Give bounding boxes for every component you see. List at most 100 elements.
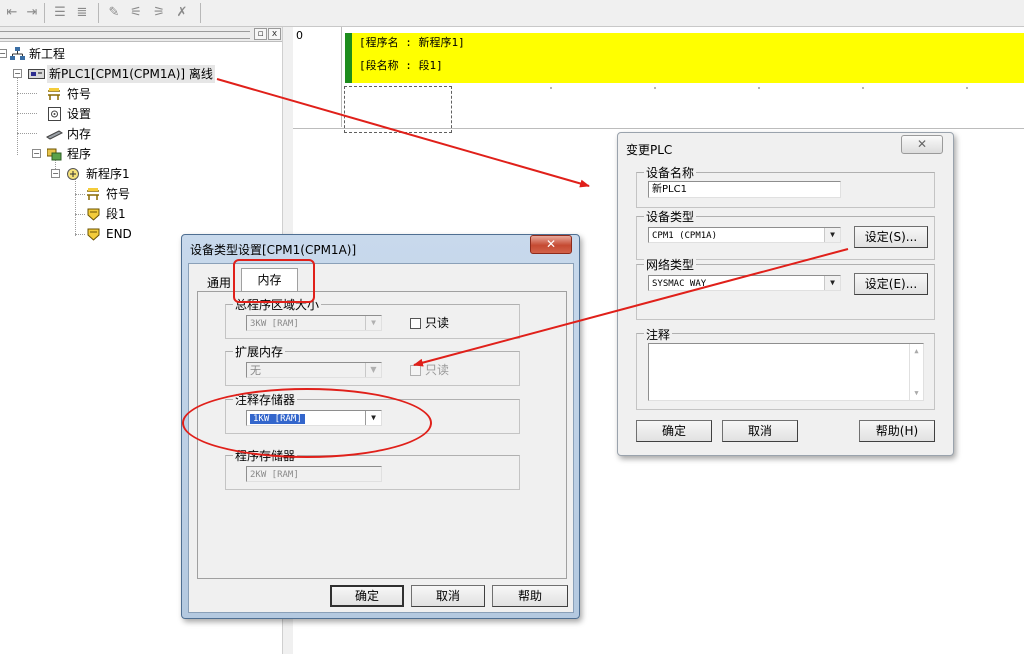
tree-label: 符号 xyxy=(106,187,131,201)
close-icon[interactable]: ✕ xyxy=(530,235,572,254)
comment-textarea[interactable]: ▲ ▼ xyxy=(648,343,924,401)
panel-grip[interactable] xyxy=(0,31,250,39)
highlight-memory-tab xyxy=(233,259,315,303)
rung-number: 0 xyxy=(296,29,303,42)
collapse-icon[interactable]: − xyxy=(32,149,41,158)
tree-label: 符号 xyxy=(67,87,92,101)
collapse-icon[interactable]: − xyxy=(0,49,7,58)
tree-item-plc[interactable]: − 新PLC1[CPM1(CPM1A)] 离线 xyxy=(0,65,280,83)
grid-dot xyxy=(550,87,552,89)
rung-marker xyxy=(345,33,352,83)
indent-right-icon[interactable]: ⇥ xyxy=(22,3,42,22)
device-name-field[interactable]: 新PLC1 xyxy=(648,181,841,198)
program-name-comment: [程序名 : 新程序1] xyxy=(359,36,465,49)
change-plc-dialog: 变更PLC ✕ 设备名称 新PLC1 设备类型 CPM1 (CPM1A) ▼ 设… xyxy=(617,132,954,456)
section-icon xyxy=(87,208,100,221)
plc-icon xyxy=(28,69,45,79)
tree-label: 段1 xyxy=(106,207,126,221)
tree-label: 设置 xyxy=(67,107,92,121)
chevron-down-icon: ▼ xyxy=(365,316,381,330)
section-name-comment: [段名称 : 段1] xyxy=(359,59,443,72)
device-type-select[interactable]: CPM1 (CPM1A) ▼ xyxy=(648,227,841,243)
grid-dot xyxy=(758,87,760,89)
highlight-comment-memory xyxy=(182,388,432,458)
toolbar: ⇤ ⇥ ☰ ≣ ✎ ⚟ ⚞ ✗ xyxy=(0,0,1024,27)
end-section-icon xyxy=(87,228,100,241)
cancel-button[interactable]: 取消 xyxy=(722,420,798,442)
tree-label: 内存 xyxy=(67,127,92,141)
tree-label: 程序 xyxy=(67,147,92,161)
close-icon[interactable]: ✕ xyxy=(901,135,943,154)
toolbar-separator xyxy=(200,3,201,23)
collapse-icon[interactable]: − xyxy=(51,169,60,178)
grid-dot xyxy=(966,87,968,89)
toolbar-separator xyxy=(98,3,99,23)
tree-item-project[interactable]: − 新工程 xyxy=(0,45,280,63)
panel-close-icon[interactable]: x xyxy=(268,28,281,40)
ok-button[interactable]: 确定 xyxy=(636,420,712,442)
help-button[interactable]: 帮助(H) xyxy=(859,420,935,442)
readonly-checkbox[interactable] xyxy=(410,318,421,329)
tree-item-section1[interactable]: 段1 xyxy=(0,205,200,223)
ladder-cursor-cell[interactable] xyxy=(344,86,452,133)
group-label: 扩展内存 xyxy=(233,343,286,360)
select-value: 3KW [RAM] xyxy=(250,319,299,329)
pen-icon[interactable]: ✎ xyxy=(104,3,124,22)
group-label: 设备名称 xyxy=(644,164,697,181)
select-value: SYSMAC WAY xyxy=(652,279,707,289)
network-type-select[interactable]: SYSMAC WAY ▼ xyxy=(648,275,841,291)
readonly-checkbox xyxy=(410,365,421,376)
ok-button[interactable]: 确定 xyxy=(330,585,404,607)
grid-dot xyxy=(862,87,864,89)
tree-item-memory[interactable]: 内存 xyxy=(0,125,200,143)
chevron-down-icon: ▼ xyxy=(365,363,381,377)
program-icon xyxy=(67,168,79,180)
tree-label: END xyxy=(106,227,132,241)
total-program-area-select: 3KW [RAM] ▼ xyxy=(246,315,382,331)
panel-titlebar: ▫ x xyxy=(0,27,282,42)
network-type-settings-button[interactable]: 设定(E)... xyxy=(854,273,928,295)
help-button[interactable]: 帮助 xyxy=(492,585,568,607)
chevron-down-icon[interactable]: ▼ xyxy=(824,276,840,290)
program-memory-field: 2KW [RAM] xyxy=(246,466,382,482)
panel-restore-icon[interactable]: ▫ xyxy=(254,28,267,40)
wand-icon[interactable]: ⚟ xyxy=(126,3,146,22)
device-type-settings-button[interactable]: 设定(S)... xyxy=(854,226,928,248)
dialog-title: 变更PLC xyxy=(626,143,673,157)
list-icon[interactable]: ☰ xyxy=(50,3,70,22)
group-label: 网络类型 xyxy=(644,256,697,273)
symbol-icon xyxy=(87,188,99,200)
settings-icon xyxy=(48,107,61,121)
project-network-icon xyxy=(10,47,25,60)
memory-chip-icon xyxy=(46,130,63,140)
checkbox-label: 只读 xyxy=(425,363,450,377)
grid-dot xyxy=(654,87,656,89)
tree-item-settings[interactable]: 设置 xyxy=(0,105,200,123)
rung-number-column: 0 xyxy=(293,27,342,127)
toolbar-separator xyxy=(44,3,45,23)
collapse-icon[interactable]: − xyxy=(13,69,22,78)
tree-item-program1[interactable]: − 新程序1 xyxy=(0,165,200,183)
scrollbar[interactable]: ▲ ▼ xyxy=(909,344,923,400)
select-value: 无 xyxy=(250,364,261,377)
wand-pen-icon[interactable]: ⚞ xyxy=(149,3,169,22)
programs-icon xyxy=(47,148,62,161)
expansion-memory-select: 无 ▼ xyxy=(246,362,382,378)
tree-item-end[interactable]: END xyxy=(0,225,200,243)
checkbox-label: 只读 xyxy=(425,316,450,330)
tree-label: 新程序1 xyxy=(86,167,130,181)
tree-item-program-symbols[interactable]: 符号 xyxy=(0,185,200,203)
list-detail-icon[interactable]: ≣ xyxy=(72,3,92,22)
group-label: 注释 xyxy=(644,326,673,343)
tree-item-symbols[interactable]: 符号 xyxy=(0,85,200,103)
chevron-down-icon[interactable]: ▼ xyxy=(824,228,840,242)
dialog-title: 设备类型设置[CPM1(CPM1A)] xyxy=(190,243,357,257)
cancel-button[interactable]: 取消 xyxy=(411,585,485,607)
rung-divider xyxy=(293,128,1024,129)
tree-label: 新PLC1[CPM1(CPM1A)] 离线 xyxy=(47,65,215,83)
tree-item-programs[interactable]: − 程序 xyxy=(0,145,200,163)
group-label: 设备类型 xyxy=(644,208,697,225)
wand-x-icon[interactable]: ✗ xyxy=(172,3,192,22)
symbol-icon xyxy=(48,88,60,100)
indent-left-icon[interactable]: ⇤ xyxy=(2,3,22,22)
